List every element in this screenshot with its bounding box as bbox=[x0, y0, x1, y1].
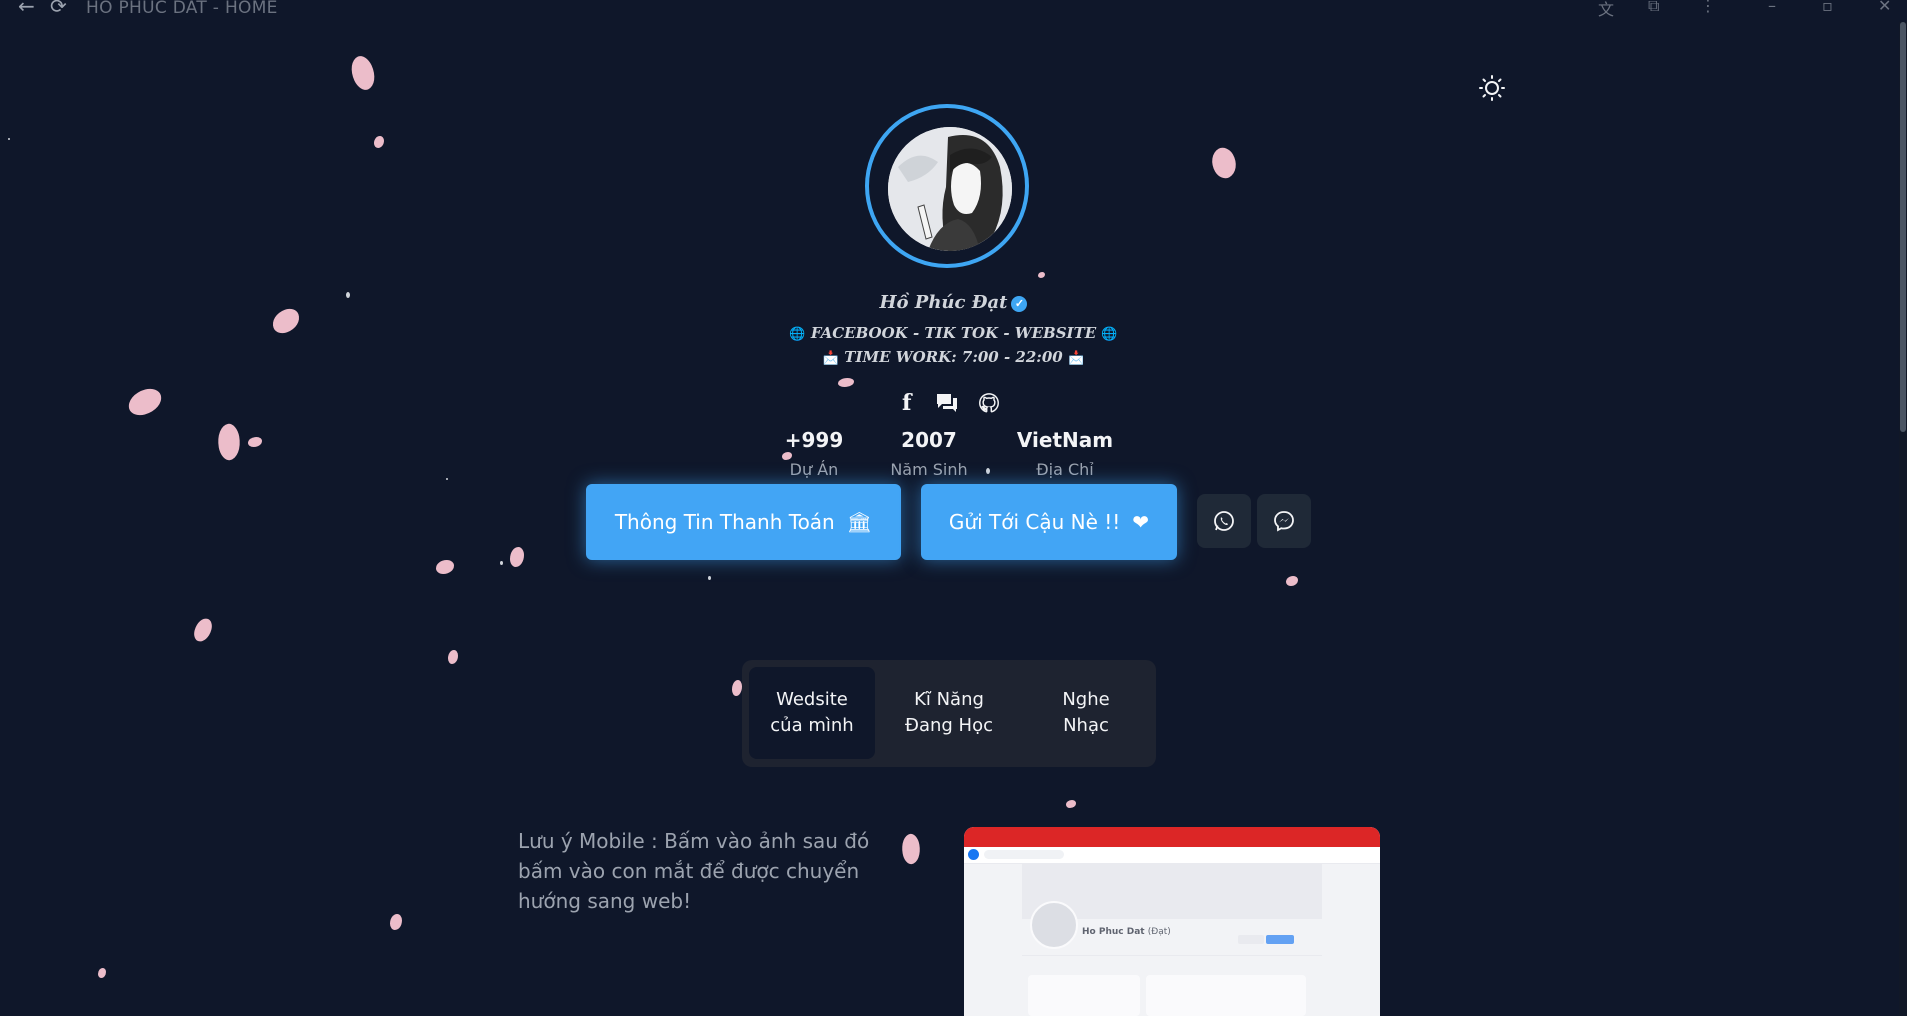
petal bbox=[782, 452, 792, 460]
calendar-icon: 📩 bbox=[822, 351, 840, 366]
petal bbox=[125, 386, 165, 418]
reload-icon[interactable]: ⟳ bbox=[50, 0, 67, 18]
content-tabs: Wedsite của mình Kĩ Năng Đang Học Nghe N… bbox=[742, 660, 1156, 767]
website-preview-image[interactable]: Ho Phuc Dat (Đạt) bbox=[964, 827, 1380, 1016]
extension-icon[interactable]: ⧉ bbox=[1648, 0, 1659, 16]
window-title: HO PHUC DAT - HOME bbox=[86, 0, 278, 18]
avatar[interactable] bbox=[888, 127, 1012, 251]
chat-icon[interactable] bbox=[935, 392, 959, 414]
maximize-icon[interactable]: ▫ bbox=[1822, 0, 1833, 15]
globe-icon: 🌐 bbox=[789, 327, 806, 342]
stat-birth-year-value: 2007 bbox=[901, 428, 957, 452]
back-arrow-icon[interactable]: ← bbox=[18, 0, 35, 18]
preview-intro-card bbox=[1028, 975, 1140, 1016]
mobile-note: Lưu ý Mobile : Bấm vào ảnh sau đó bấm và… bbox=[518, 829, 870, 913]
sparkle bbox=[8, 138, 10, 140]
petal bbox=[374, 136, 384, 148]
tab-music[interactable]: Nghe Nhạc bbox=[1023, 667, 1149, 759]
sparkle bbox=[446, 478, 448, 480]
window-titlebar: ← ⟳ HO PHUC DAT - HOME 文 ⧉ ⋮ – ▫ ✕ bbox=[0, 0, 1907, 20]
tab-website[interactable]: Wedsite của mình bbox=[749, 667, 875, 759]
stat-birth-year-label: Năm Sinh bbox=[890, 460, 968, 479]
scrollbar[interactable] bbox=[1899, 22, 1907, 1016]
petal bbox=[192, 616, 214, 644]
sparkle bbox=[500, 561, 503, 565]
petal bbox=[436, 560, 454, 574]
bank-icon: 🏛 bbox=[846, 510, 873, 534]
verified-badge-icon: ✓ bbox=[1011, 296, 1028, 312]
petal bbox=[732, 680, 742, 696]
petal bbox=[248, 437, 262, 447]
petal bbox=[510, 547, 524, 567]
preview-avatar bbox=[1030, 901, 1078, 949]
scrollbar-thumb[interactable] bbox=[1900, 22, 1906, 432]
messenger-button[interactable] bbox=[1257, 494, 1311, 548]
bio-line-2: 📩 TIME WORK: 7:00 - 22:00 📩 bbox=[822, 348, 1085, 366]
payment-info-button[interactable]: Thông Tin Thanh Toán 🏛 bbox=[586, 484, 901, 560]
sun-icon[interactable] bbox=[1478, 74, 1506, 102]
bio-line-1: 🌐 FACEBOOK - TIK TOK - WEBSITE 🌐 bbox=[789, 324, 1118, 342]
social-links: f bbox=[898, 390, 1008, 416]
petal bbox=[1038, 272, 1045, 278]
preview-profile-name: Ho Phuc Dat (Đạt) bbox=[1082, 927, 1171, 937]
preview-button bbox=[1266, 935, 1294, 944]
petal bbox=[215, 422, 243, 462]
petal bbox=[1066, 800, 1076, 808]
facebook-icon[interactable]: f bbox=[902, 390, 911, 416]
preview-browser-bar bbox=[964, 827, 1380, 847]
preview-fb-topbar bbox=[964, 847, 1380, 864]
tab-learning-skills[interactable]: Kĩ Năng Đang Học bbox=[886, 667, 1012, 759]
calendar-icon: 📩 bbox=[1067, 351, 1085, 366]
more-icon[interactable]: ⋮ bbox=[1700, 0, 1716, 15]
minimize-icon[interactable]: – bbox=[1768, 0, 1776, 15]
send-love-button[interactable]: Gửi Tới Cậu Nè !! ❤ bbox=[921, 484, 1177, 560]
petal bbox=[1206, 144, 1242, 182]
messenger-icon bbox=[1274, 511, 1294, 532]
preview-post-card bbox=[1146, 975, 1306, 1016]
preview-button bbox=[1238, 935, 1264, 944]
petal bbox=[1286, 576, 1298, 586]
profile-name: Hồ Phúc Đạt bbox=[879, 292, 1008, 313]
petal bbox=[390, 914, 402, 930]
translate-icon[interactable]: 文 bbox=[1598, 0, 1614, 20]
petal bbox=[98, 968, 106, 978]
stat-address-value: VietNam bbox=[1016, 428, 1114, 452]
whatsapp-icon bbox=[1214, 511, 1234, 531]
petal bbox=[345, 52, 381, 94]
close-icon[interactable]: ✕ bbox=[1878, 0, 1891, 15]
profile-name-row: Hồ Phúc Đạt ✓ bbox=[0, 292, 1907, 313]
stat-address-label: Địa Chỉ bbox=[1036, 460, 1094, 479]
whatsapp-button[interactable] bbox=[1197, 494, 1251, 548]
heart-icon: ❤ bbox=[1132, 510, 1150, 534]
globe-icon: 🌐 bbox=[1101, 327, 1118, 342]
sparkle bbox=[708, 576, 711, 580]
github-icon[interactable] bbox=[978, 392, 1000, 414]
petal bbox=[838, 378, 854, 387]
petal bbox=[448, 650, 458, 664]
